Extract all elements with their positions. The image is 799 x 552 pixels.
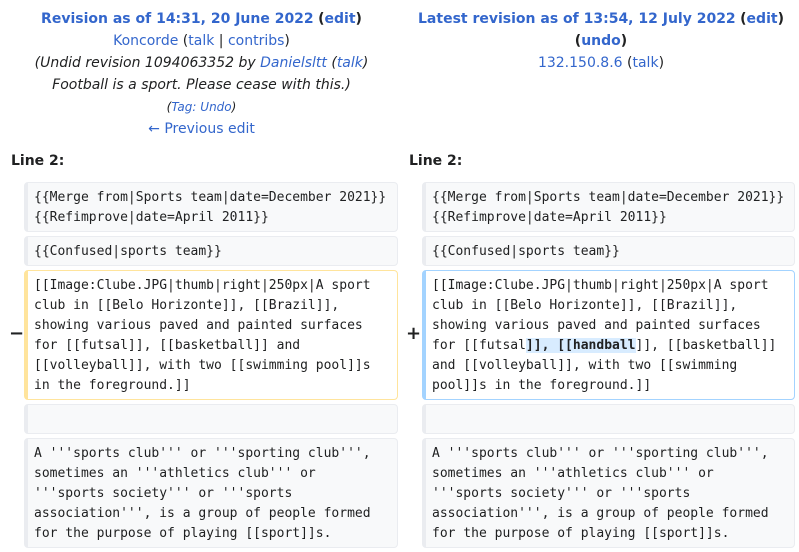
right-context-definition: A '''sports club''' or '''sporting club'… (422, 438, 795, 548)
right-context-empty (422, 404, 795, 434)
removed-line: [[Image:Clube.JPG|thumb|right|250px|A sp… (24, 270, 398, 400)
tag-undo-link[interactable]: Undo (200, 100, 231, 114)
left-context-confused: {{Confused|sports team}} (24, 236, 398, 266)
old-user-link[interactable]: Koncorde (113, 33, 178, 49)
edit-summary-prefix: (Undid revision 1094063352 by (34, 55, 261, 71)
old-talk-link[interactable]: talk (188, 33, 214, 49)
right-line-label: Line 2: (409, 153, 463, 169)
undo-link[interactable]: undo (581, 33, 621, 49)
old-contribs-link[interactable]: contribs (228, 33, 284, 49)
summary-talk-link[interactable]: talk (337, 55, 363, 71)
left-context-empty (24, 404, 398, 434)
removed-line-marker: − (9, 323, 25, 344)
edit-summary: (Undid revision 1094063352 by Danielsltt… (34, 55, 369, 93)
added-line-marker: + (406, 323, 422, 344)
summary-user-link[interactable]: Danielsltt (260, 55, 327, 71)
new-talk-link[interactable]: talk (632, 55, 658, 71)
old-edit-link[interactable]: edit (325, 11, 356, 27)
old-revision-title-link[interactable]: Revision as of 14:31, 20 June 2022 (41, 11, 314, 27)
tag-label[interactable]: Tag: (171, 100, 196, 114)
new-revision-header: Latest revision as of 13:54, 12 July 202… (418, 11, 784, 71)
added-highlight: ]], [[handball (525, 338, 636, 353)
right-context-confused: {{Confused|sports team}} (422, 236, 795, 266)
edit-summary-text: Football is a sport. Please cease with t… (52, 77, 351, 93)
new-user-link[interactable]: 132.150.8.6 (538, 55, 623, 71)
left-line-label: Line 2: (11, 153, 65, 169)
left-context-merge: {{Merge from|Sports team|date=December 2… (24, 182, 398, 232)
right-context-merge: {{Merge from|Sports team|date=December 2… (422, 182, 795, 232)
old-revision-header: Revision as of 14:31, 20 June 2022 (edit… (0, 0, 403, 140)
new-edit-link[interactable]: edit (747, 11, 778, 27)
previous-edit-link[interactable]: ← Previous edit (148, 121, 255, 137)
left-context-definition: A '''sports club''' or '''sporting club'… (24, 438, 398, 548)
new-revision-title-link[interactable]: Latest revision as of 13:54, 12 July 202… (418, 11, 736, 27)
added-line: [[Image:Clube.JPG|thumb|right|250px|A sp… (422, 270, 795, 400)
